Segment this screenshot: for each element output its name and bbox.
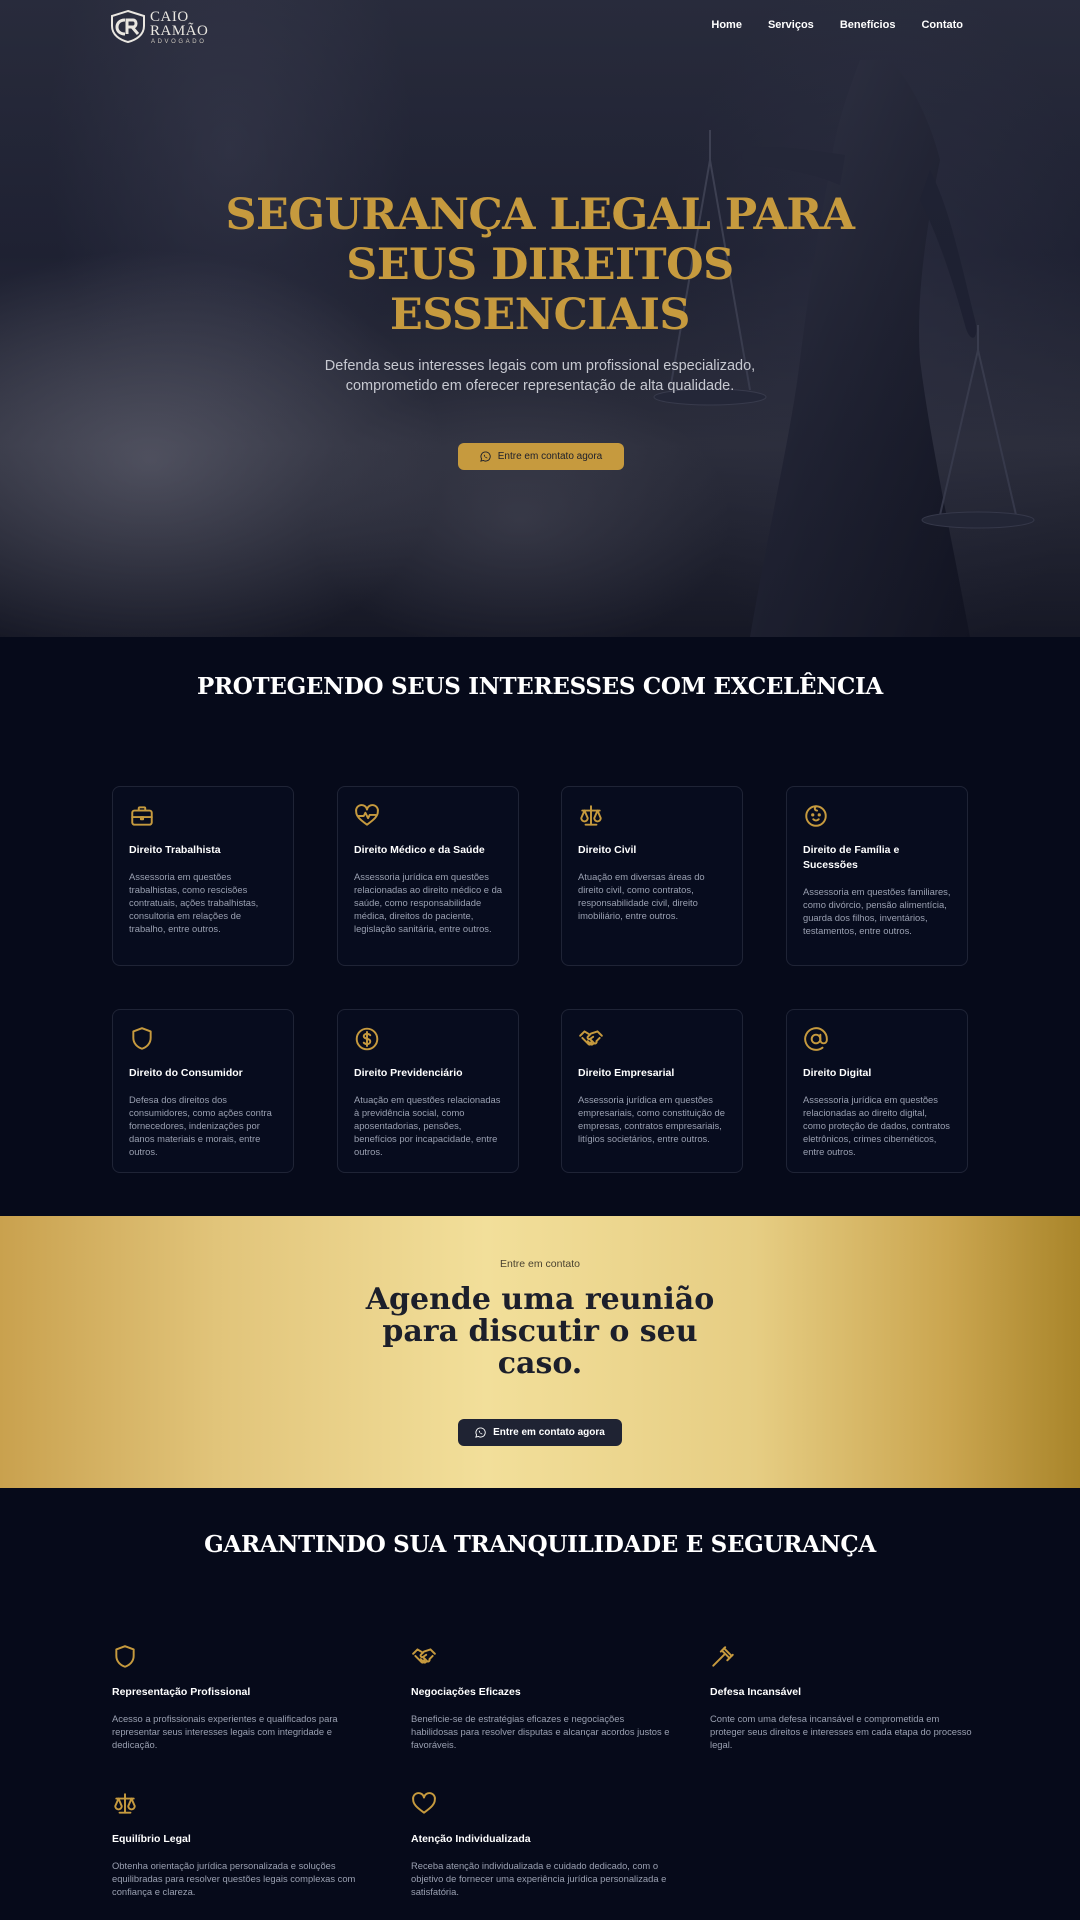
benefit-title: Defesa Incansável bbox=[710, 1686, 802, 1698]
brand-logo[interactable]: CAIO RAMÃO ADVOGADO bbox=[108, 9, 218, 45]
benefit-title: Representação Profissional bbox=[112, 1686, 251, 1698]
hero-subtitle: Defenda seus interesses legais com um pr… bbox=[324, 358, 756, 394]
whatsapp-icon bbox=[479, 451, 491, 462]
benefit-equilibrio: Equilíbrio Legal Obtenha orientação jurí… bbox=[112, 1791, 374, 1898]
hero-contact-button[interactable]: Entre em contato agora bbox=[458, 443, 624, 470]
contact-cta-section: Entre em contato Agende uma reunião para… bbox=[0, 1216, 1080, 1488]
nav-links: Home Serviços Benefícios Contato bbox=[711, 19, 963, 31]
brand-name: CAIO RAMÃO bbox=[150, 9, 209, 39]
whatsapp-icon bbox=[475, 1427, 486, 1438]
benefit-description: Conte com uma defesa incansável e compro… bbox=[710, 1713, 972, 1750]
service-title: Direito Civil bbox=[578, 844, 637, 856]
services-title: PROTEGENDO SEUS INTERESSES COM EXCELÊNCI… bbox=[197, 673, 883, 700]
hero-title: SEGURANÇA LEGAL PARA SEUS DIREITOS ESSEN… bbox=[225, 190, 855, 340]
cta-title: Agende uma reunião para discutir o seu c… bbox=[365, 1282, 715, 1381]
shield-icon bbox=[115, 1645, 135, 1668]
baby-icon bbox=[805, 805, 827, 827]
service-card-medico: Direito Médico e da Saúde Assessoria jur… bbox=[337, 786, 519, 966]
benefit-title: Atenção Individualizada bbox=[411, 1833, 531, 1845]
cta-contact-button[interactable]: Entre em contato agora bbox=[458, 1419, 622, 1446]
service-description: Assessoria jurídica em questões relacion… bbox=[803, 1094, 950, 1157]
benefit-representacao: Representação Profissional Acesso a prof… bbox=[112, 1644, 374, 1751]
cta-contact-button-label: Entre em contato agora bbox=[493, 1427, 605, 1438]
service-card-digital: Direito Digital Assessoria jurídica em q… bbox=[786, 1009, 968, 1173]
benefit-title: Negociações Eficazes bbox=[411, 1686, 521, 1698]
nav-link-home[interactable]: Home bbox=[711, 19, 742, 31]
logo-monogram-icon bbox=[111, 9, 145, 43]
handshake-icon bbox=[412, 1648, 436, 1664]
benefit-description: Receba atenção individualizada e cuidado… bbox=[411, 1860, 667, 1897]
gavel-icon bbox=[712, 1646, 734, 1667]
service-card-trabalhista: Direito Trabalhista Assessoria em questõ… bbox=[112, 786, 294, 966]
top-navigation: CAIO RAMÃO ADVOGADO Home Serviços Benefí… bbox=[0, 0, 1080, 60]
briefcase-icon bbox=[131, 806, 153, 826]
cta-kicker: Entre em contato bbox=[500, 1258, 580, 1270]
scale-icon bbox=[114, 1793, 136, 1814]
heart-pulse-icon bbox=[355, 804, 379, 826]
handshake-icon bbox=[579, 1030, 603, 1046]
service-description: Atuação em questões relacionadas à previ… bbox=[354, 1094, 501, 1157]
service-description: Assessoria em questões trabalhistas, com… bbox=[129, 871, 259, 934]
service-card-familia: Direito de Família e Sucessões Assessori… bbox=[786, 786, 968, 966]
service-description: Defesa dos direitos dos consumidores, co… bbox=[129, 1094, 272, 1157]
benefit-atencao: Atenção Individualizada Receba atenção i… bbox=[411, 1791, 673, 1898]
hero-contact-button-label: Entre em contato agora bbox=[497, 451, 603, 462]
nav-link-contato[interactable]: Contato bbox=[921, 19, 963, 31]
service-card-previdenciario: Direito Previdenciário Atuação em questõ… bbox=[337, 1009, 519, 1173]
scale-icon bbox=[580, 805, 602, 826]
hero-section: CAIO RAMÃO ADVOGADO Home Serviços Benefí… bbox=[0, 0, 1080, 637]
service-card-consumidor: Direito do Consumidor Defesa dos direito… bbox=[112, 1009, 294, 1173]
service-title: Direito Médico e da Saúde bbox=[354, 844, 485, 856]
service-title: Direito Empresarial bbox=[578, 1067, 675, 1079]
brand-subtitle: ADVOGADO bbox=[151, 39, 207, 45]
heart-icon bbox=[412, 1792, 436, 1814]
shield-icon bbox=[132, 1027, 152, 1050]
service-title: Direito Previdenciário bbox=[354, 1067, 463, 1079]
service-description: Atuação em diversas áreas do direito civ… bbox=[578, 871, 705, 921]
benefit-description: Obtenha orientação jurídica personalizad… bbox=[112, 1860, 356, 1897]
service-title: Direito Trabalhista bbox=[129, 844, 221, 856]
benefit-description: Beneficie-se de estratégias eficazes e n… bbox=[411, 1713, 670, 1750]
service-description: Assessoria em questões familiares, como … bbox=[803, 886, 951, 936]
service-title: Direito de Família e Sucessões bbox=[803, 844, 900, 871]
nav-link-beneficios[interactable]: Benefícios bbox=[840, 19, 896, 31]
service-title: Direito Digital bbox=[803, 1067, 872, 1079]
benefit-negociacoes: Negociações Eficazes Beneficie-se de est… bbox=[411, 1644, 673, 1751]
service-description: Assessoria jurídica em questões relacion… bbox=[354, 871, 503, 934]
benefit-title: Equilíbrio Legal bbox=[112, 1833, 191, 1845]
benefit-defesa: Defesa Incansável Conte com uma defesa i… bbox=[710, 1644, 972, 1751]
service-card-empresarial: Direito Empresarial Assessoria jurídica … bbox=[561, 1009, 743, 1173]
service-card-civil: Direito Civil Atuação em diversas áreas … bbox=[561, 786, 743, 966]
at-sign-icon bbox=[804, 1027, 828, 1051]
dollar-circle-icon bbox=[355, 1027, 379, 1051]
service-title: Direito do Consumidor bbox=[129, 1067, 243, 1079]
service-description: Assessoria jurídica em questões empresar… bbox=[578, 1094, 725, 1144]
nav-link-servicos[interactable]: Serviços bbox=[768, 19, 814, 31]
benefit-description: Acesso a profissionais experientes e qua… bbox=[112, 1713, 338, 1750]
benefits-title: GARANTINDO SUA TRANQUILIDADE E SEGURANÇA bbox=[204, 1531, 876, 1558]
